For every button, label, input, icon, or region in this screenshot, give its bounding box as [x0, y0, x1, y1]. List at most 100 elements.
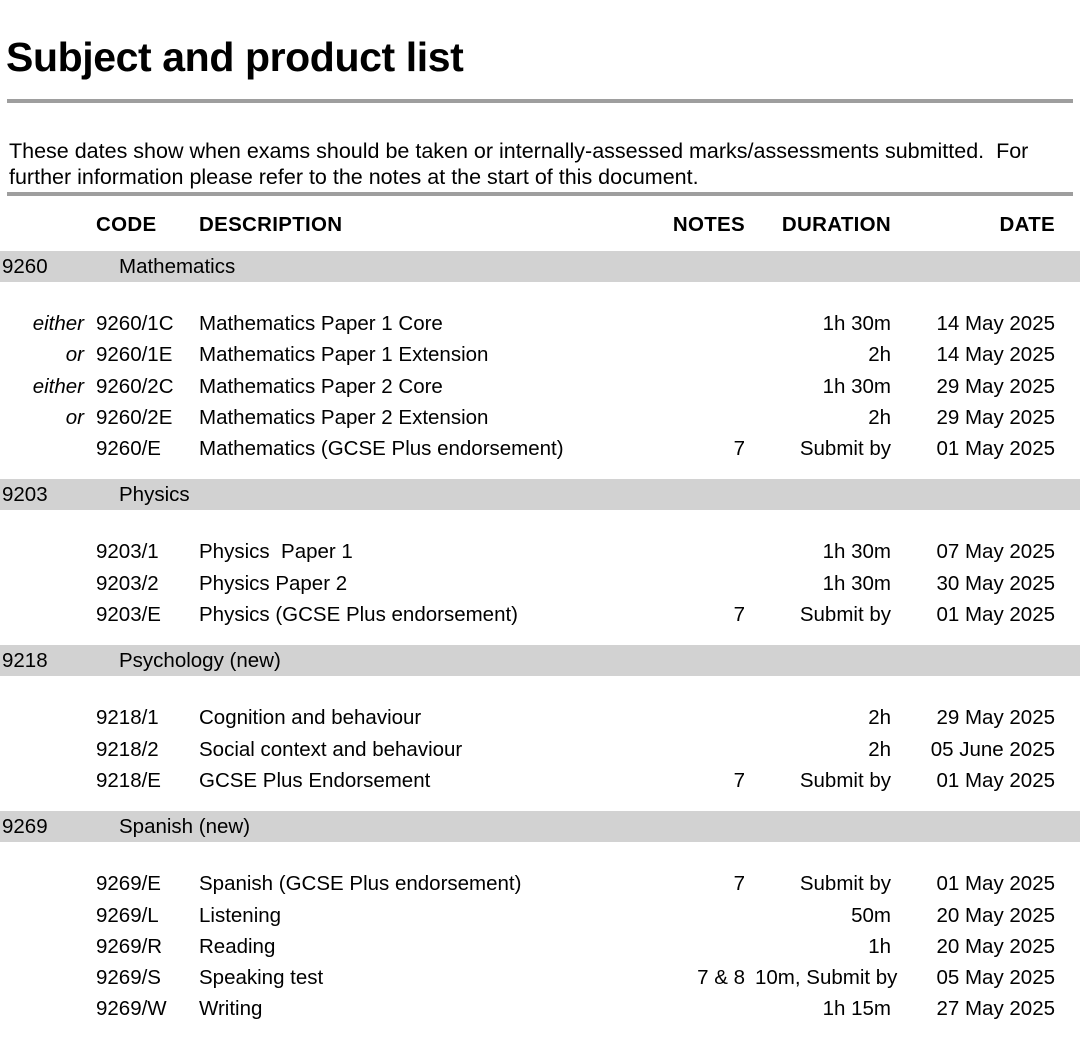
divider-bottom [7, 192, 1073, 196]
subject-name: Psychology (new) [119, 649, 281, 673]
row-either-or: or [65, 343, 84, 367]
subject-header-row[interactable]: 9260 Mathematics [0, 251, 1080, 282]
table-row[interactable]: 9218/2 Social context and behaviour 2h 05 J… [0, 734, 1080, 765]
row-code: 9260/1E [96, 343, 173, 367]
intro-paragraph: These dates show when exams should be ta… [9, 138, 1035, 189]
row-date: 30 May 2025 [936, 571, 1055, 595]
row-notes: 7 [733, 768, 745, 792]
table-row[interactable]: 9260/E Mathematics (GCSE Plus endorsement… [0, 433, 1080, 464]
table-row[interactable]: 9218/1 Cognition and behaviour 2h 29 May 20… [0, 702, 1080, 733]
row-date: 01 May 2025 [936, 437, 1055, 461]
table-row[interactable]: 9269/L Listening 50m 20 May 2025 [0, 900, 1080, 931]
document-page: Subject and product list These dates sho… [0, 0, 1080, 1060]
row-duration: Submit by [799, 872, 891, 896]
row-code: 9269/W [96, 997, 167, 1021]
row-duration: 1h 30m [822, 540, 891, 564]
table-row[interactable]: 9269/W Writing 1h 15m 27 May 2025 [0, 993, 1080, 1024]
row-code: 9260/2C [96, 374, 174, 398]
row-description: Physics (GCSE Plus endorsement) [199, 603, 519, 627]
row-date: 07 May 2025 [936, 540, 1055, 564]
column-header-duration: DURATION [781, 213, 891, 236]
row-description: Spanish (GCSE Plus endorsement) [199, 872, 522, 896]
subject-header-row[interactable]: 9269 Spanish (new) [0, 811, 1080, 843]
column-header-date: DATE [999, 213, 1055, 236]
row-code: 9203/2 [96, 571, 159, 595]
row-notes: 7 [733, 872, 745, 896]
table-header-row: CODE DESCRIPTION NOTES DURATION DATE [0, 205, 1080, 251]
row-description: Mathematics Paper 1 Extension [199, 343, 489, 367]
section-trailing-gap [0, 796, 1080, 811]
page-title: Subject and product list [6, 34, 464, 81]
table-row[interactable]: 9203/1 Physics Paper 1 1h 30m 07 May 2025 [0, 536, 1080, 567]
row-description: Writing [199, 997, 263, 1021]
table-row[interactable]: or 9260/2E Mathematics Paper 2 Extension 2h… [0, 402, 1080, 433]
row-date: 29 May 2025 [936, 405, 1055, 429]
row-duration: 10m, Submit by [755, 966, 898, 990]
row-date: 20 May 2025 [936, 903, 1055, 927]
row-date: 14 May 2025 [936, 312, 1055, 335]
row-code: 9218/1 [96, 706, 159, 730]
row-duration: 1h 15m [822, 997, 891, 1021]
row-code: 9269/L [96, 903, 159, 927]
row-description: Physics Paper 2 [199, 571, 348, 595]
table-row[interactable]: 9269/S Speaking test 7 & 8 10m, Submit by 05… [0, 962, 1080, 993]
row-description: Mathematics Paper 2 Core [199, 374, 443, 398]
row-date: 05 June 2025 [930, 737, 1055, 761]
row-duration: 2h [868, 405, 891, 429]
row-either-or: or [65, 405, 84, 429]
row-description: Mathematics Paper 2 Extension [199, 405, 489, 429]
row-date: 20 May 2025 [936, 934, 1055, 958]
row-duration: Submit by [799, 603, 891, 627]
subject-header-row[interactable]: 9203 Physics [0, 479, 1080, 511]
subject-code: 9218 [2, 649, 48, 673]
row-description: Speaking test [199, 966, 324, 990]
table-row[interactable]: 9203/E Physics (GCSE Plus endorsement) 7 Su… [0, 599, 1080, 630]
row-notes: 7 [733, 437, 745, 461]
row-notes: 7 [733, 603, 745, 627]
column-header-notes: NOTES [672, 213, 745, 236]
row-description: Social context and behaviour [199, 737, 463, 761]
section-trailing-gap [0, 630, 1080, 645]
subject-name: Physics [119, 483, 190, 507]
column-header-description: DESCRIPTION [199, 213, 343, 236]
row-description: Mathematics (GCSE Plus endorsement) [199, 437, 564, 461]
subject-name: Spanish (new) [119, 815, 251, 839]
row-date: 14 May 2025 [936, 343, 1055, 367]
table-row[interactable]: either 9260/2C Mathematics Paper 2 Core 1h … [0, 371, 1080, 402]
row-code: 9269/S [96, 966, 161, 990]
row-description: GCSE Plus Endorsement [199, 768, 431, 792]
row-duration: 2h [868, 737, 891, 761]
row-duration: Submit by [799, 437, 891, 461]
row-date: 01 May 2025 [936, 872, 1055, 896]
row-duration: 1h [868, 934, 891, 958]
row-code: 9203/1 [96, 540, 159, 564]
subject-code: 9269 [2, 815, 48, 839]
table-row[interactable]: either 9260/1C Mathematics Paper 1 Core 1h … [0, 308, 1080, 339]
row-date: 29 May 2025 [936, 706, 1055, 730]
table-row[interactable]: 9203/2 Physics Paper 2 1h 30m 30 May 2025 [0, 568, 1080, 599]
row-duration: 2h [868, 343, 891, 367]
divider-top [7, 99, 1073, 103]
subject-name: Mathematics [119, 255, 236, 278]
subject-header-row[interactable]: 9218 Psychology (new) [0, 645, 1080, 677]
row-duration: 1h 30m [822, 312, 891, 335]
row-duration: Submit by [799, 768, 891, 792]
row-date: 27 May 2025 [936, 997, 1055, 1021]
row-date: 29 May 2025 [936, 374, 1055, 398]
row-code: 9260/2E [96, 405, 173, 429]
row-description: Cognition and behaviour [199, 706, 422, 730]
table-row[interactable]: 9269/E Spanish (GCSE Plus endorsement) 7 Su… [0, 868, 1080, 899]
row-description: Reading [199, 934, 276, 958]
row-duration: 1h 30m [822, 571, 891, 595]
table-row[interactable]: 9269/R Reading 1h 20 May 2025 [0, 931, 1080, 962]
row-either-or: either [32, 312, 84, 335]
row-duration: 2h [868, 706, 891, 730]
table-row[interactable]: or 9260/1E Mathematics Paper 1 Extension 2h… [0, 339, 1080, 370]
table-row[interactable]: 9218/E GCSE Plus Endorsement 7 Submit by 01 … [0, 765, 1080, 796]
subject-code: 9203 [2, 483, 48, 507]
section-trailing-gap [0, 464, 1080, 479]
